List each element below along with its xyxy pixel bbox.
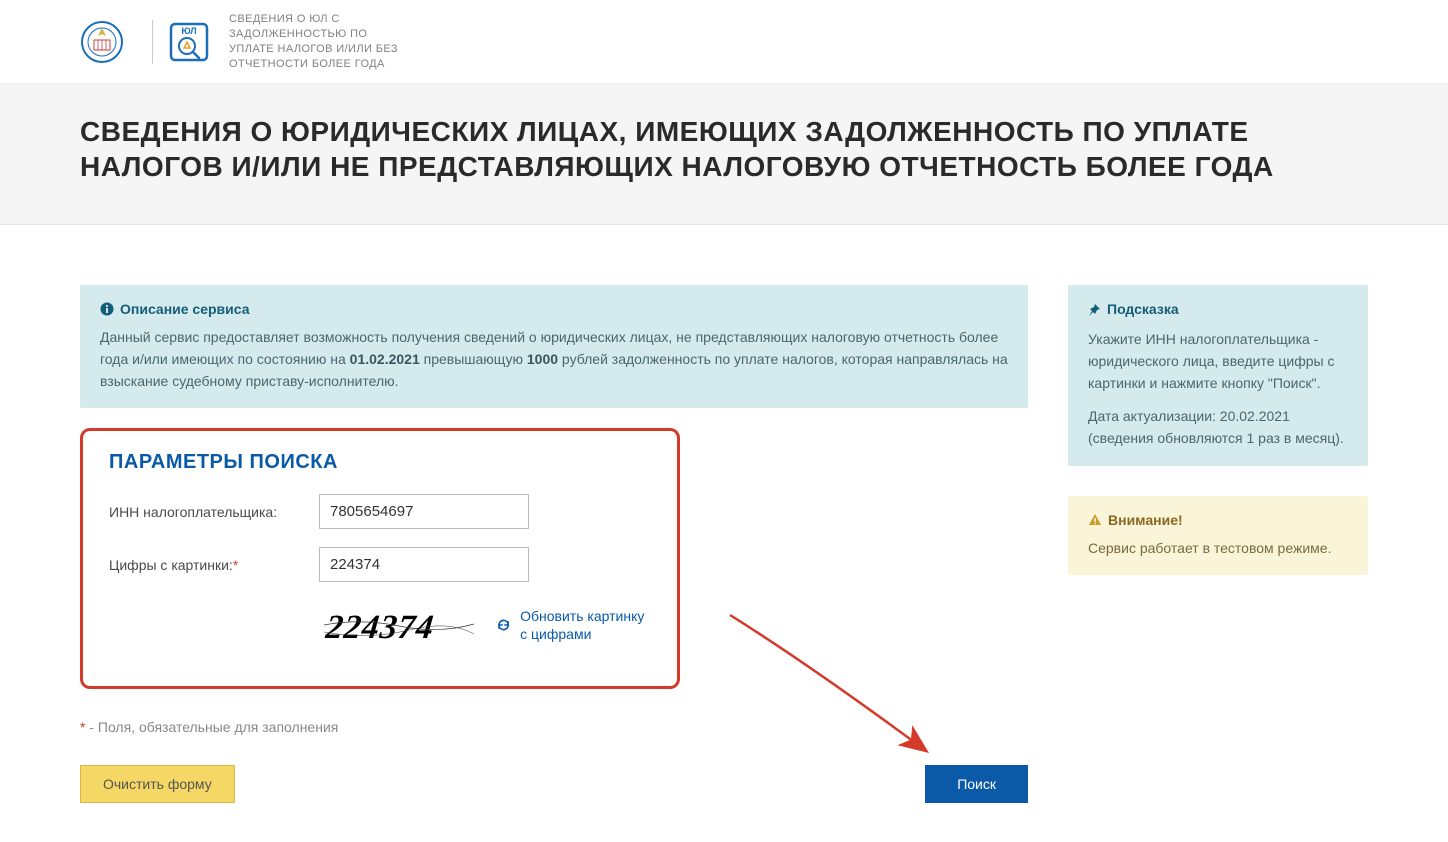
warning-text: Сервис работает в тестовом режиме. [1088,538,1348,559]
captcha-input[interactable] [319,547,529,582]
inn-input[interactable] [319,494,529,529]
hint-text-2: Дата актуализации: 20.02.2021 (сведения … [1088,406,1348,449]
inn-label: ИНН налогоплательщика: [109,504,319,520]
pin-icon [1088,303,1101,316]
header-divider [152,20,153,64]
warning-panel: Внимание! Сервис работает в тестовом реж… [1068,496,1368,575]
search-parameters-title: ПАРАМЕТРЫ ПОИСКА [109,451,651,474]
warning-title: Внимание! [1088,512,1348,528]
service-description-text: Данный сервис предоставляет возможность … [100,327,1008,392]
hint-title: Подсказка [1088,301,1348,317]
page-title: СВЕДЕНИЯ О ЮРИДИЧЕСКИХ ЛИЦАХ, ИМЕЮЩИХ ЗА… [80,114,1368,184]
required-fields-note: * - Поля, обязательные для заполнения [80,719,1028,735]
info-icon [100,302,114,316]
warning-icon [1088,513,1102,527]
captcha-image: 224374 [319,600,479,650]
refresh-captcha-link[interactable]: Обновить картинку с цифрами [497,607,651,645]
hint-text-1: Укажите ИНН налогоплательщика - юридичес… [1088,329,1348,394]
search-parameters-panel: ПАРАМЕТРЫ ПОИСКА ИНН налогоплательщика: … [80,428,680,689]
service-description-panel: Описание сервиса Данный сервис предостав… [80,285,1028,408]
service-description-title: Описание сервиса [100,301,1008,317]
search-button[interactable]: Поиск [925,765,1028,803]
header-subtitle: СВЕДЕНИЯ О ЮЛ С ЗАДОЛЖЕННОСТЬЮ ПО УПЛАТЕ… [229,12,409,71]
title-section: СВЕДЕНИЯ О ЮРИДИЧЕСКИХ ЛИЦАХ, ИМЕЮЩИХ ЗА… [0,84,1448,225]
hint-panel: Подсказка Укажите ИНН налогоплательщика … [1068,285,1368,465]
service-badge-icon: ЮЛ [167,20,211,64]
header: ЮЛ СВЕДЕНИЯ О ЮЛ С ЗАДОЛЖЕННОСТЬЮ ПО УПЛ… [0,0,1448,84]
fns-emblem-icon [80,20,124,64]
svg-text:ЮЛ: ЮЛ [181,26,196,36]
svg-text:224374: 224374 [323,610,436,647]
captcha-label: Цифры с картинки:* [109,557,319,573]
refresh-icon [497,615,510,635]
clear-form-button[interactable]: Очистить форму [80,765,235,803]
